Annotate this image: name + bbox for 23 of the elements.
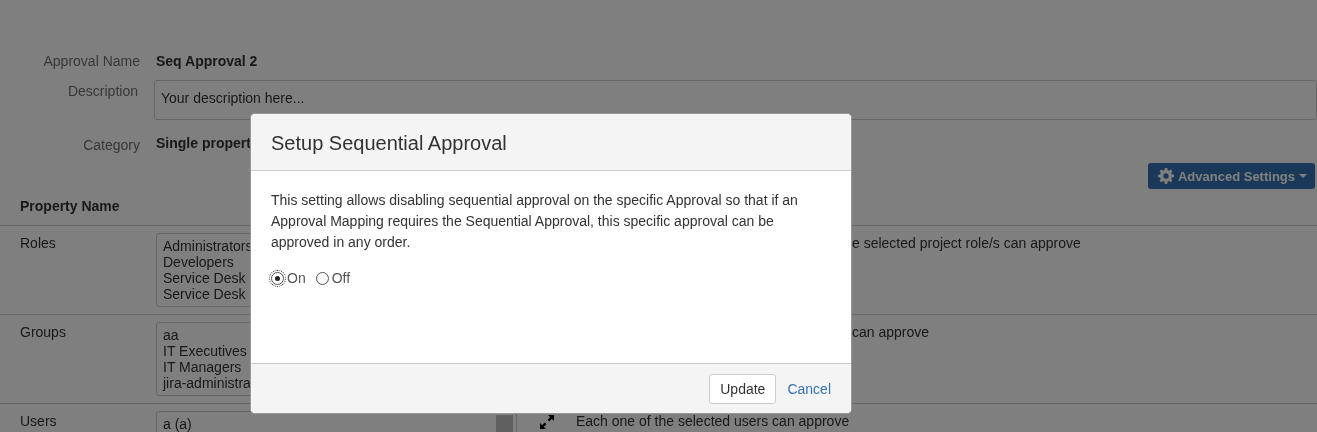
field-label: Category xyxy=(82,136,141,155)
radio-label[interactable]: Off xyxy=(331,270,351,286)
dialog-title: Setup Sequential Approval xyxy=(271,132,507,154)
property-label: Users xyxy=(19,412,58,429)
property-description: can approve xyxy=(851,323,930,340)
update-button[interactable]: Update xyxy=(709,373,777,404)
scrollbar[interactable] xyxy=(496,415,513,432)
radio-label[interactable]: On xyxy=(287,270,306,286)
property-description: e selected project role/s can approve xyxy=(851,234,1081,251)
dialog-message: This setting allows disabling sequential approval on the specific Approval so that if an Approval Mapping requires the Sequential Approval, this specific approval can be approved in any order. xyxy=(271,191,799,252)
field-label: Approval Name xyxy=(42,52,141,71)
property-description: Each one of the selected users can approve xyxy=(576,412,850,429)
property-label: Roles xyxy=(19,234,57,251)
field-value: Seq Approval 2 xyxy=(156,52,258,71)
settings-icon xyxy=(1157,168,1174,184)
property-label: Groups xyxy=(19,323,67,340)
column-header: Property Name xyxy=(20,198,120,214)
field-value: Single propert xyxy=(156,134,251,153)
advanced-settings-button[interactable]: Advanced Settings xyxy=(1147,163,1315,189)
caret-icon xyxy=(1299,173,1307,179)
field-label: Description xyxy=(66,82,139,101)
cancel-link[interactable]: Cancel xyxy=(787,380,831,397)
expand-icon[interactable] xyxy=(538,414,555,430)
